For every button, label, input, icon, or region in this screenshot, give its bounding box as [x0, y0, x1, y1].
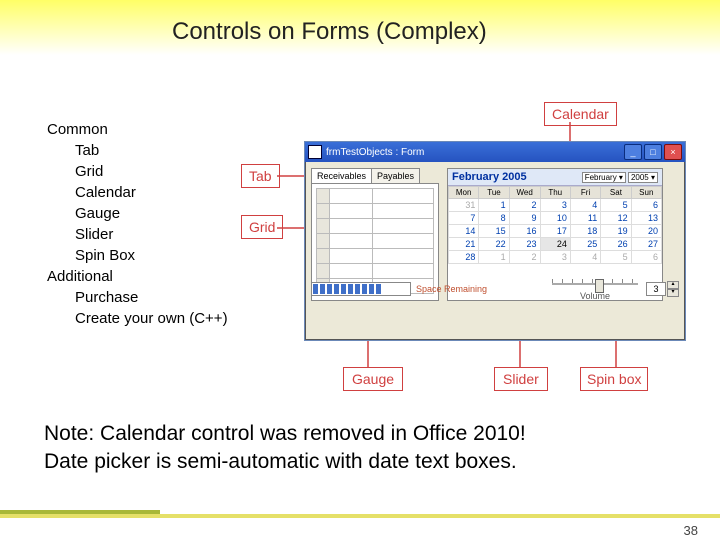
- tab-payables[interactable]: Payables: [371, 168, 420, 183]
- callout-spinbox: Spin box: [580, 367, 648, 391]
- spinbox-control[interactable]: 3 ▴ ▾: [646, 281, 679, 297]
- slider-control[interactable]: [552, 277, 638, 291]
- page-number: 38: [684, 523, 698, 538]
- tab-receivables[interactable]: Receivables: [311, 168, 372, 183]
- note-text: Note: Calendar control was removed in Of…: [44, 420, 526, 476]
- outline-item: Create your own (C++): [75, 308, 228, 329]
- dow: Sun: [631, 187, 661, 199]
- slide: Controls on Forms (Complex) Common Tab G…: [0, 0, 720, 540]
- callout-gauge: Gauge: [343, 367, 403, 391]
- dow: Fri: [570, 187, 600, 199]
- spin-up-button[interactable]: ▴: [667, 281, 679, 289]
- gauge-label: Space Remaining: [416, 284, 487, 294]
- outline-item: Grid: [75, 161, 228, 182]
- footer-divider: [0, 514, 720, 518]
- close-button[interactable]: ×: [664, 144, 682, 160]
- form-icon: [308, 145, 322, 159]
- callout-tab: Tab: [241, 164, 280, 188]
- spin-down-button[interactable]: ▾: [667, 289, 679, 297]
- outline-item: Spin Box: [75, 245, 228, 266]
- outline-item: Tab: [75, 140, 228, 161]
- spin-value[interactable]: 3: [646, 282, 666, 296]
- outline-item: Gauge: [75, 203, 228, 224]
- outline-heading: Common: [47, 119, 228, 140]
- outline-heading: Additional: [47, 266, 228, 287]
- dow: Sat: [601, 187, 631, 199]
- dow: Mon: [449, 187, 479, 199]
- slider-thumb[interactable]: [595, 279, 604, 293]
- gauge-control: [311, 282, 411, 296]
- form-window: frmTestObjects : Form _ □ × Receivables …: [304, 141, 686, 341]
- dow: Thu: [540, 187, 570, 199]
- footer-divider-accent: [0, 510, 160, 514]
- window-title: frmTestObjects : Form: [326, 147, 424, 158]
- calendar-month: February 2005: [452, 171, 580, 183]
- callout-slider: Slider: [494, 367, 548, 391]
- maximize-button[interactable]: □: [644, 144, 662, 160]
- outline-item: Purchase: [75, 287, 228, 308]
- window-titlebar: frmTestObjects : Form _ □ ×: [305, 142, 685, 162]
- year-select[interactable]: 2005 ▾: [628, 172, 658, 183]
- outline-item: Slider: [75, 224, 228, 245]
- slide-title: Controls on Forms (Complex): [172, 18, 487, 46]
- dow: Tue: [479, 187, 509, 199]
- outline: Common Tab Grid Calendar Gauge Slider Sp…: [47, 119, 228, 329]
- month-select[interactable]: February ▾: [582, 172, 626, 183]
- minimize-button[interactable]: _: [624, 144, 642, 160]
- dow: Wed: [509, 187, 540, 199]
- outline-item: Calendar: [75, 182, 228, 203]
